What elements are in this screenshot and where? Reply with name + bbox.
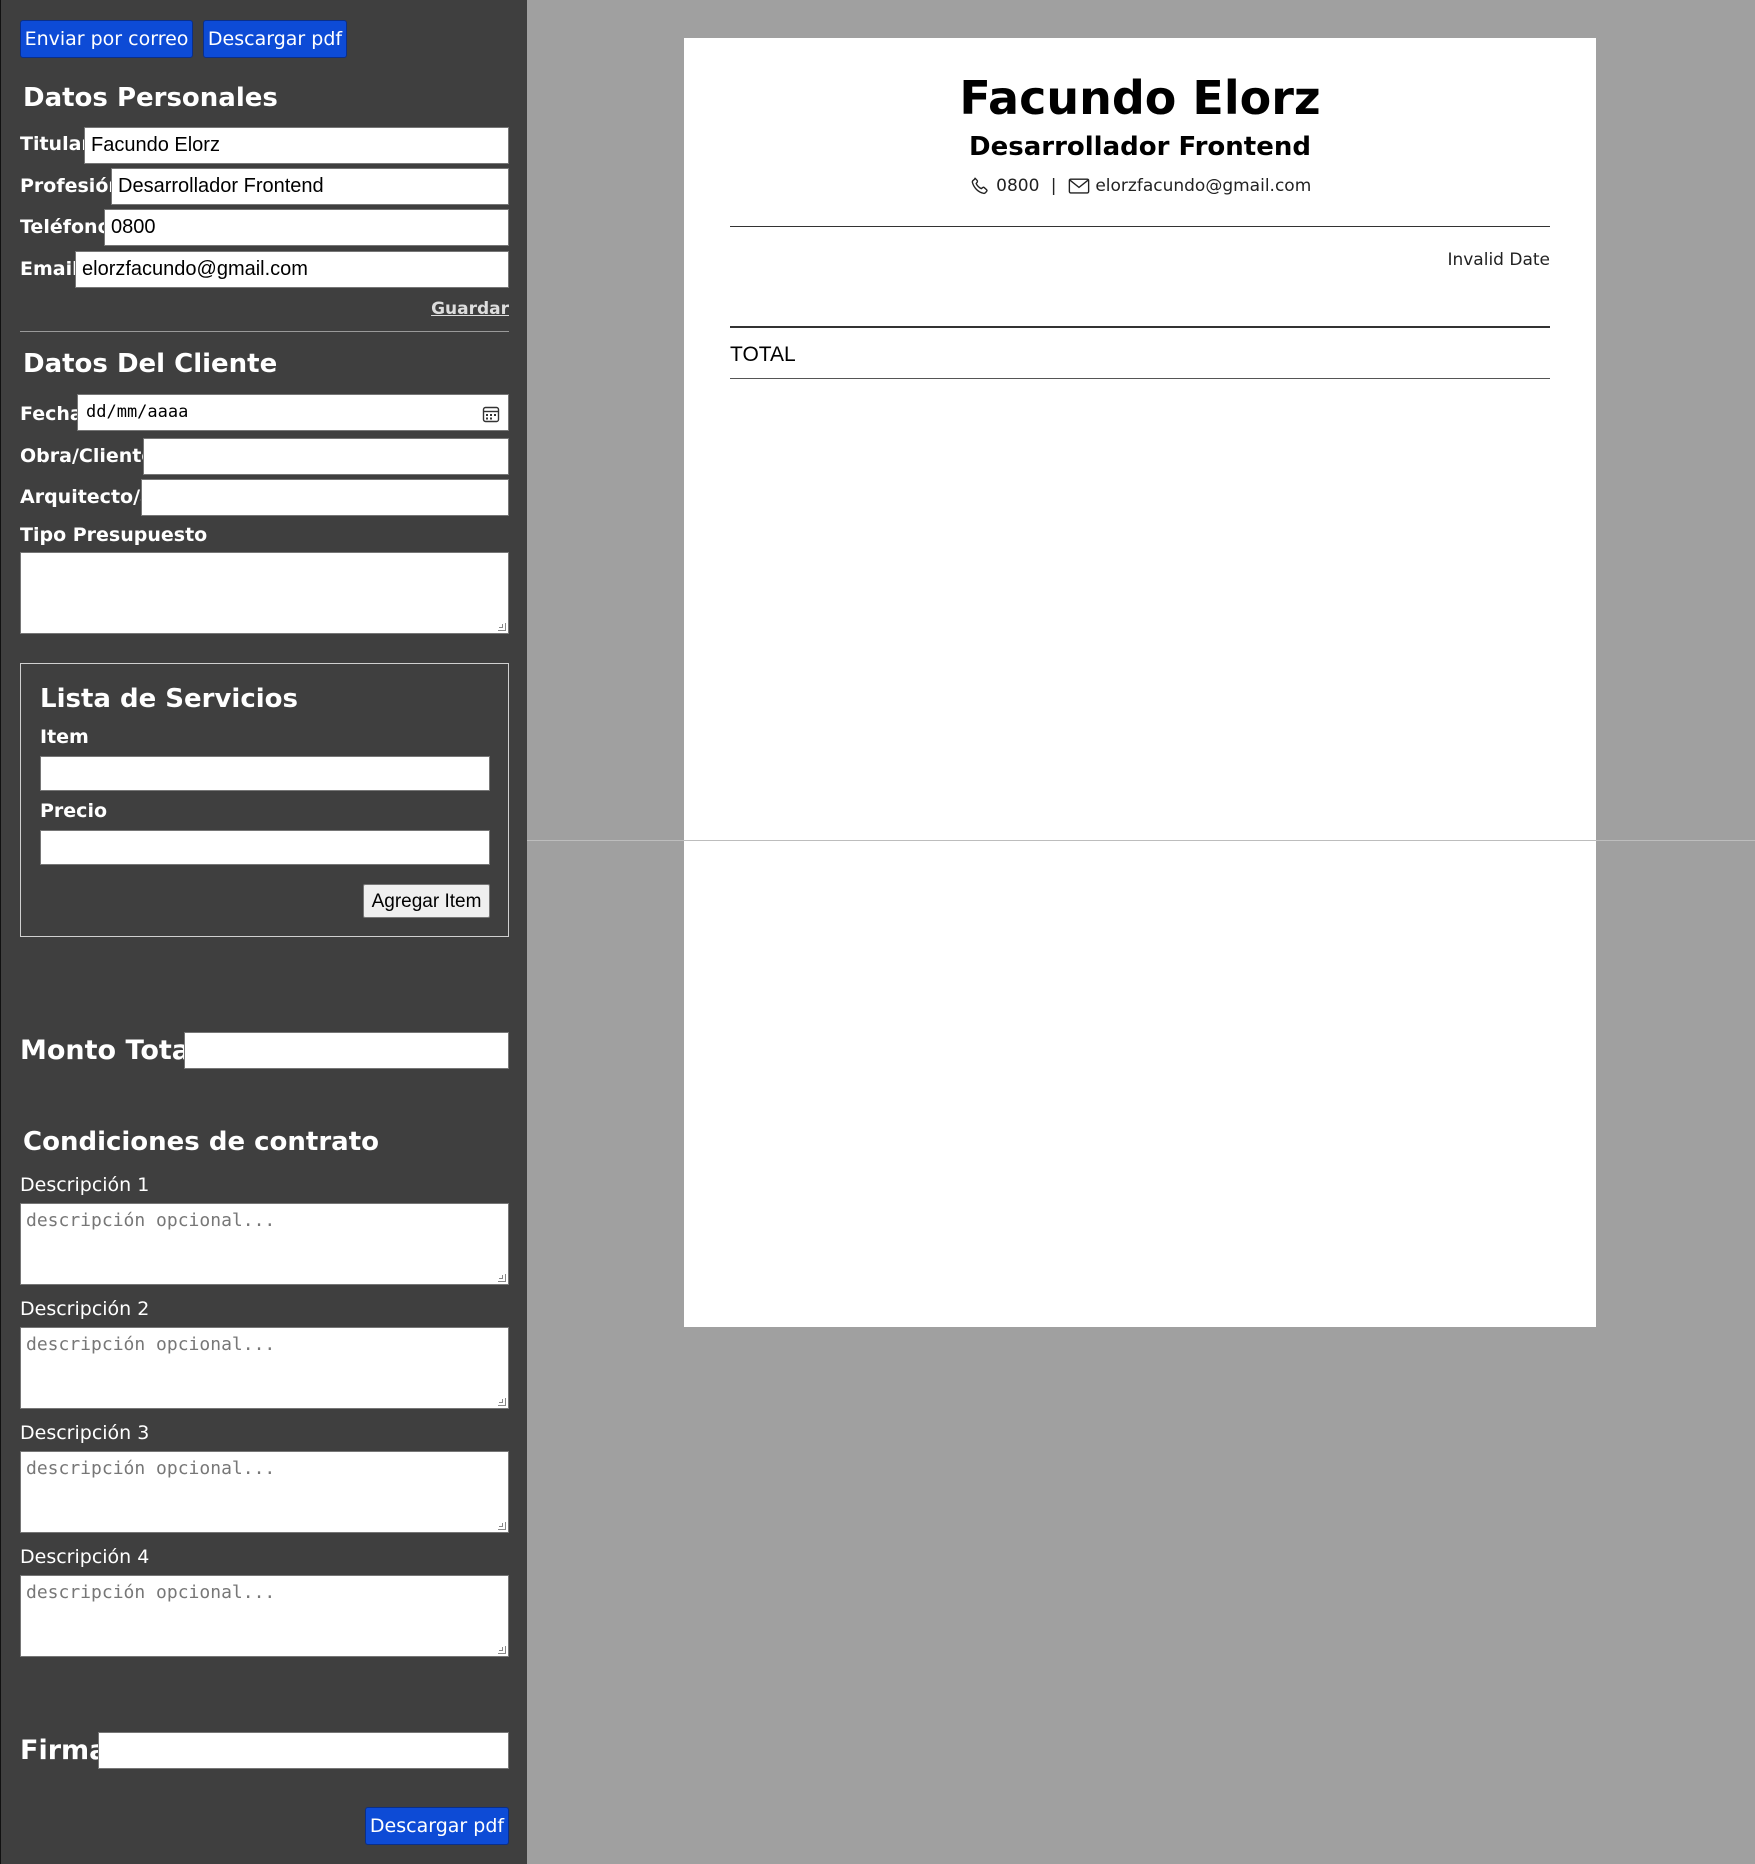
- document-contact: 0800 | elorzfacundo@gmail.com: [684, 175, 1596, 197]
- document-email: elorzfacundo@gmail.com: [1095, 176, 1312, 196]
- phone-icon: [971, 177, 988, 195]
- page-break-line: [527, 840, 1755, 841]
- tipo-presupuesto-textarea[interactable]: [20, 552, 509, 634]
- arquitecto-label: Arquitecto/a: [20, 486, 153, 508]
- add-item-button[interactable]: Agregar Item: [363, 884, 490, 918]
- descripcion-1-placeholder: descripción opcional...: [26, 1210, 276, 1231]
- item-label: Item: [40, 726, 89, 748]
- precio-label: Precio: [40, 800, 108, 822]
- contact-separator: |: [1050, 176, 1057, 196]
- email-input[interactable]: elorzfacundo@gmail.com: [75, 251, 509, 288]
- profesion-input[interactable]: Desarrollador Frontend: [111, 168, 509, 205]
- send-email-button[interactable]: Enviar por correo: [20, 20, 193, 58]
- obra-input[interactable]: [143, 438, 509, 475]
- descripcion-2-textarea[interactable]: descripción opcional...: [20, 1327, 509, 1409]
- download-pdf-button[interactable]: Descargar pdf: [203, 20, 347, 58]
- precio-input[interactable]: [40, 830, 490, 865]
- save-link[interactable]: Guardar: [431, 299, 509, 319]
- services-fieldset: Lista de Servicios Item Precio Agregar I…: [20, 663, 509, 937]
- document-profession: Desarrollador Frontend: [969, 132, 1311, 162]
- profesion-label: Profesión: [20, 175, 122, 197]
- descripcion-2-placeholder: descripción opcional...: [26, 1334, 276, 1355]
- services-heading: Lista de Servicios: [40, 684, 298, 714]
- resize-grip[interactable]: [498, 1646, 506, 1654]
- table-bottom-divider: [730, 378, 1550, 379]
- document-phone: 0800: [996, 176, 1040, 196]
- firma-label: Firma: [20, 1735, 108, 1766]
- document-name: Facundo Elorz: [959, 71, 1321, 125]
- fecha-date-input[interactable]: dd/mm/aaaa: [77, 394, 509, 431]
- email-label: Email: [20, 258, 79, 280]
- descripcion-3-label: Descripción 3: [20, 1422, 150, 1444]
- descripcion-4-placeholder: descripción opcional...: [26, 1582, 276, 1603]
- telefono-label: Teléfono: [20, 216, 111, 238]
- item-input[interactable]: [40, 756, 490, 791]
- editor-sidebar: Enviar por correo Descargar pdf Datos Pe…: [0, 0, 527, 1864]
- descripcion-4-textarea[interactable]: descripción opcional...: [20, 1575, 509, 1657]
- descripcion-2-label: Descripción 2: [20, 1298, 150, 1320]
- obra-label: Obra/Cliente: [20, 445, 155, 467]
- conditions-heading: Condiciones de contrato: [23, 1127, 380, 1157]
- descripcion-4-label: Descripción 4: [20, 1546, 150, 1568]
- monto-total-input[interactable]: [184, 1032, 509, 1069]
- resize-grip[interactable]: [498, 623, 506, 631]
- download-pdf-bottom-button[interactable]: Descargar pdf: [365, 1807, 509, 1845]
- resize-grip[interactable]: [498, 1398, 506, 1406]
- section-divider: [20, 331, 509, 332]
- resize-grip[interactable]: [498, 1274, 506, 1282]
- document-total-label: TOTAL: [730, 343, 796, 366]
- calendar-icon[interactable]: [482, 405, 500, 423]
- personal-data-heading: Datos Personales: [23, 83, 278, 113]
- descripcion-3-placeholder: descripción opcional...: [26, 1458, 276, 1479]
- fecha-placeholder: dd/mm/aaaa: [86, 402, 189, 422]
- arquitecto-input[interactable]: [141, 479, 509, 516]
- descripcion-1-textarea[interactable]: descripción opcional...: [20, 1203, 509, 1285]
- tipo-presupuesto-label: Tipo Presupuesto: [20, 524, 208, 546]
- mail-icon: [1068, 178, 1090, 194]
- titular-label: Titular: [20, 133, 91, 155]
- document-date: Invalid Date: [1447, 250, 1550, 270]
- telefono-input[interactable]: 0800: [104, 209, 509, 246]
- fecha-label: Fecha: [20, 403, 83, 425]
- titular-input[interactable]: Facundo Elorz: [84, 127, 509, 164]
- descripcion-3-textarea[interactable]: descripción opcional...: [20, 1451, 509, 1533]
- table-top-divider: [730, 326, 1550, 328]
- descripcion-1-label: Descripción 1: [20, 1174, 150, 1196]
- document-preview: Facundo Elorz Desarrollador Frontend 080…: [684, 38, 1596, 1327]
- client-data-heading: Datos Del Cliente: [23, 349, 278, 379]
- header-divider: [730, 226, 1550, 227]
- resize-grip[interactable]: [498, 1522, 506, 1530]
- firma-input[interactable]: [98, 1732, 509, 1769]
- monto-total-label: Monto Total: [20, 1035, 200, 1066]
